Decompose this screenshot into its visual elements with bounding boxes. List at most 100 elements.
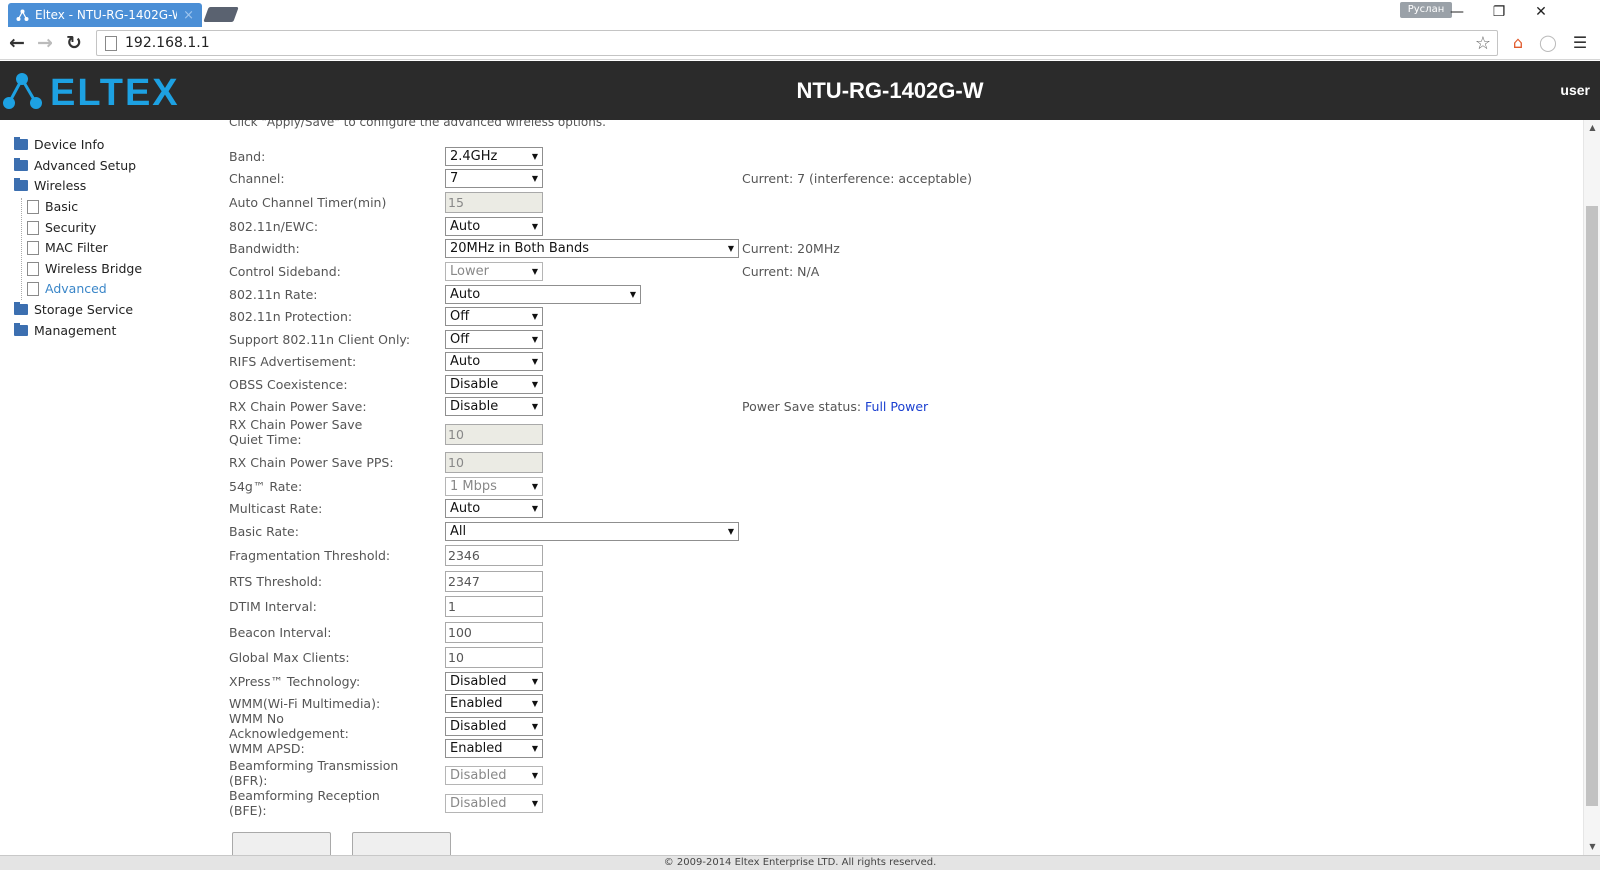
extension-shield-icon[interactable]: ◯ bbox=[1538, 33, 1558, 53]
folder-open-icon bbox=[14, 178, 28, 191]
g-rate-label: 54g™ Rate: bbox=[229, 478, 303, 494]
reload-icon[interactable]: ↻ bbox=[62, 31, 86, 55]
channel-select[interactable]: 7 bbox=[445, 168, 543, 188]
power-save-status-value: Full Power bbox=[865, 398, 929, 414]
minimize-icon[interactable]: — bbox=[1442, 2, 1472, 22]
power-save-status-label: Power Save status: bbox=[742, 398, 862, 414]
new-tab-button[interactable] bbox=[203, 7, 239, 22]
beacon-label: Beacon Interval: bbox=[229, 624, 332, 640]
xpress-label: XPress™ Technology: bbox=[229, 673, 361, 689]
secondary-button[interactable] bbox=[352, 832, 451, 855]
sidebar-item-label: Advanced bbox=[45, 281, 107, 296]
basic-rate-select[interactable]: All bbox=[445, 521, 739, 541]
bookmark-star-icon[interactable]: ☆ bbox=[1475, 33, 1491, 54]
rx-chain-quiet-label: RX Chain Power Save Quiet Time: bbox=[229, 417, 363, 447]
beacon-input[interactable]: 100 bbox=[445, 621, 543, 643]
sidebar: Device Info Advanced Setup Wireless Basi… bbox=[0, 120, 190, 855]
channel-label: Channel: bbox=[229, 170, 285, 186]
rx-chain-ps-label: RX Chain Power Save: bbox=[229, 398, 367, 414]
control-sideband-select[interactable]: Lower bbox=[445, 261, 543, 281]
auto-channel-timer-label: Auto Channel Timer(min) bbox=[229, 194, 387, 210]
sidebar-item-label: Wireless Bridge bbox=[45, 261, 143, 276]
frag-threshold-input[interactable]: 2346 bbox=[445, 544, 543, 566]
dtim-input[interactable]: 1 bbox=[445, 595, 543, 617]
tab-title: Eltex - NTU-RG-1402G-W bbox=[35, 8, 178, 22]
band-label: Band: bbox=[229, 148, 266, 164]
bfe-select[interactable]: Disabled bbox=[445, 793, 543, 813]
power-save-status: Power Save status: Full Power bbox=[742, 399, 928, 414]
sidebar-item-label: Wireless bbox=[34, 178, 87, 193]
wmm-noack-label: WMM No Acknowledgement: bbox=[229, 711, 349, 741]
bandwidth-select[interactable]: 20MHz in Both Bands bbox=[445, 238, 739, 258]
apply-save-button[interactable] bbox=[232, 832, 331, 855]
sidebar-item-storage-service[interactable]: Storage Service bbox=[14, 302, 133, 317]
sidebar-item-security[interactable]: Security bbox=[27, 220, 96, 235]
scroll-up-icon[interactable]: ▲ bbox=[1584, 120, 1600, 136]
browser-tab-active[interactable]: Eltex - NTU-RG-1402G-W × bbox=[8, 3, 202, 27]
rx-chain-quiet-input[interactable]: 10 bbox=[445, 423, 543, 445]
close-window-icon[interactable]: ✕ bbox=[1526, 2, 1556, 22]
bandwidth-label: Bandwidth: bbox=[229, 240, 300, 256]
folder-icon bbox=[14, 302, 28, 315]
xpress-select[interactable]: Disabled bbox=[445, 671, 543, 691]
sidebar-item-basic[interactable]: Basic bbox=[27, 199, 78, 214]
menu-icon[interactable]: ☰ bbox=[1570, 33, 1590, 53]
url-text: 192.168.1.1 bbox=[125, 35, 210, 51]
router-header: ELTEX NTU-RG-1402G-W user bbox=[0, 61, 1600, 120]
sidebar-item-management[interactable]: Management bbox=[14, 323, 116, 338]
rx-chain-ps-select[interactable]: Disable bbox=[445, 396, 543, 416]
control-sideband-current-note: Current: N/A bbox=[742, 263, 820, 279]
g-rate-select[interactable]: 1 Mbps bbox=[445, 476, 543, 496]
wmm-select[interactable]: Enabled bbox=[445, 693, 543, 713]
rifs-select[interactable]: Auto bbox=[445, 351, 543, 371]
sidebar-item-wireless[interactable]: Wireless bbox=[14, 178, 86, 193]
forward-icon[interactable]: → bbox=[33, 31, 57, 55]
n-protection-label: 802.11n Protection: bbox=[229, 308, 353, 324]
sidebar-item-label: Device Info bbox=[34, 137, 105, 152]
sidebar-item-advanced[interactable]: Advanced bbox=[27, 281, 107, 296]
page-scrollbar[interactable]: ▲ ▼ bbox=[1583, 120, 1600, 855]
n-protection-select[interactable]: Off bbox=[445, 306, 543, 326]
auto-channel-timer-input[interactable]: 15 bbox=[445, 191, 543, 213]
bandwidth-current-note: Current: 20MHz bbox=[742, 240, 840, 256]
address-bar[interactable]: 192.168.1.1 ☆ bbox=[96, 30, 1498, 56]
back-icon[interactable]: ← bbox=[5, 31, 29, 55]
page-icon bbox=[27, 220, 39, 235]
sidebar-item-advanced-setup[interactable]: Advanced Setup bbox=[14, 158, 136, 173]
wmm-apsd-select[interactable]: Enabled bbox=[445, 738, 543, 758]
multicast-rate-select[interactable]: Auto bbox=[445, 498, 543, 518]
sidebar-item-label: Security bbox=[45, 220, 97, 235]
page-icon bbox=[105, 35, 117, 51]
browser-tabstrip: Eltex - NTU-RG-1402G-W × Руслан — ❐ ✕ bbox=[0, 0, 1600, 27]
rts-threshold-input[interactable]: 2347 bbox=[445, 570, 543, 592]
folder-icon bbox=[14, 323, 28, 336]
n-client-only-select[interactable]: Off bbox=[445, 329, 543, 349]
control-sideband-label: Control Sideband: bbox=[229, 263, 341, 279]
obss-select[interactable]: Disable bbox=[445, 374, 543, 394]
tab-close-icon[interactable]: × bbox=[183, 8, 194, 23]
tree-connector bbox=[21, 198, 22, 300]
sidebar-item-mac-filter[interactable]: MAC Filter bbox=[27, 240, 108, 255]
advanced-wireless-form: Click "Apply/Save" to configure the adva… bbox=[190, 120, 1583, 855]
band-select[interactable]: 2.4GHz bbox=[445, 146, 543, 166]
folder-icon bbox=[14, 137, 28, 150]
extension-home-icon[interactable]: ⌂ bbox=[1508, 33, 1528, 53]
ewc-label: 802.11n/EWC: bbox=[229, 218, 319, 234]
n-client-only-label: Support 802.11n Client Only: bbox=[229, 331, 411, 347]
copyright-footer: © 2009-2014 Eltex Enterprise LTD. All ri… bbox=[0, 855, 1600, 870]
restore-icon[interactable]: ❐ bbox=[1484, 2, 1514, 22]
rx-chain-pps-input[interactable]: 10 bbox=[445, 451, 543, 473]
ewc-select[interactable]: Auto bbox=[445, 216, 543, 236]
sidebar-item-device-info[interactable]: Device Info bbox=[14, 137, 104, 152]
eltex-favicon-icon bbox=[16, 9, 29, 21]
scroll-thumb[interactable] bbox=[1586, 206, 1598, 806]
scroll-down-icon[interactable]: ▼ bbox=[1584, 839, 1600, 855]
max-clients-input[interactable]: 10 bbox=[445, 646, 543, 668]
bft-select[interactable]: Disabled bbox=[445, 765, 543, 785]
sidebar-item-wireless-bridge[interactable]: Wireless Bridge bbox=[27, 261, 142, 276]
wmm-noack-select[interactable]: Disabled bbox=[445, 716, 543, 736]
sidebar-item-label: MAC Filter bbox=[45, 240, 108, 255]
n-rate-select[interactable]: Auto bbox=[445, 284, 641, 304]
basic-rate-label: Basic Rate: bbox=[229, 523, 299, 539]
bfe-label: Beamforming Reception (BFE): bbox=[229, 788, 380, 818]
